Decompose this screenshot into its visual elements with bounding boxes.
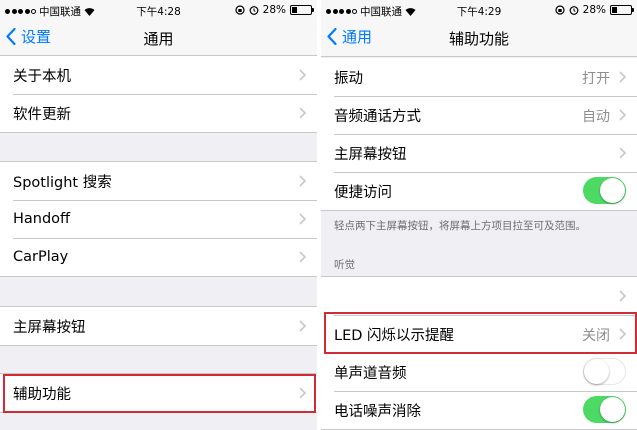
- noise-cancellation-toggle[interactable]: [583, 396, 626, 423]
- chevron-right-icon: [619, 290, 626, 302]
- status-bar: 中国联通 下午4:29 28%: [321, 0, 637, 20]
- settings-row-home-button[interactable]: 主屏幕按钮: [321, 134, 637, 172]
- settings-row-handoff[interactable]: Handoff: [0, 200, 317, 238]
- chevron-right-icon: [299, 251, 306, 263]
- row-value: 打开: [582, 71, 610, 87]
- row-label: 电话噪声消除: [334, 403, 421, 420]
- chevron-right-icon: [299, 175, 306, 187]
- settings-row-vibration[interactable]: 振动 打开: [321, 58, 637, 96]
- settings-group: Spotlight 搜索 Handoff CarPlay: [0, 161, 317, 277]
- page-title: 辅助功能: [448, 30, 509, 48]
- image-smudge: [321, 280, 361, 312]
- section-header-hearing: 听觉: [334, 259, 355, 271]
- orientation-lock-icon: [555, 5, 565, 15]
- battery-percent: 28%: [262, 4, 286, 16]
- battery-percent: 28%: [582, 4, 606, 16]
- row-label: 振动: [334, 70, 363, 87]
- chevron-right-icon: [619, 147, 626, 159]
- status-bar: 中国联通 下午4:28 28%: [0, 0, 317, 20]
- mono-audio-toggle[interactable]: [583, 358, 626, 385]
- page-title: 通用: [143, 30, 174, 48]
- battery-icon: [290, 5, 314, 15]
- row-label: 软件更新: [13, 106, 71, 123]
- settings-row-about[interactable]: 关于本机: [0, 56, 317, 94]
- toggle-knob: [584, 359, 609, 384]
- row-label: 主屏幕按钮: [334, 146, 407, 163]
- toggle-knob: [600, 397, 625, 422]
- settings-row-led-flash[interactable]: LED 闪烁以示提醒 关闭: [321, 315, 637, 353]
- settings-row-home-button[interactable]: 主屏幕按钮: [0, 307, 317, 345]
- chevron-right-icon: [299, 320, 306, 332]
- settings-group: 关于本机 软件更新: [0, 55, 317, 133]
- chevron-right-icon: [619, 71, 626, 83]
- alarm-icon: [569, 6, 579, 15]
- settings-row-hearing-devices[interactable]: [321, 277, 637, 315]
- row-value: 关闭: [582, 328, 610, 344]
- row-label: 便捷访问: [334, 184, 392, 201]
- settings-row-reachability: 便捷访问: [321, 172, 637, 210]
- navigation-bar: 通用 辅助功能: [321, 20, 637, 57]
- row-label: LED 闪烁以示提醒: [334, 327, 455, 344]
- settings-row-mono-audio: 单声道音频: [321, 353, 637, 391]
- reachability-footnote: 轻点两下主屏幕按钮，将屏幕上方项目拉至可及范围。: [334, 220, 586, 232]
- row-value: 自动: [582, 109, 610, 125]
- row-label: 音频通话方式: [334, 108, 421, 125]
- settings-row-spotlight[interactable]: Spotlight 搜索: [0, 162, 317, 200]
- navigation-bar: 设置 通用: [0, 20, 317, 57]
- chevron-right-icon: [299, 387, 306, 399]
- settings-row-software-update[interactable]: 软件更新: [0, 94, 317, 132]
- chevron-right-icon: [299, 69, 306, 81]
- settings-row-phone-noise-cancellation: 电话噪声消除: [321, 391, 637, 429]
- orientation-lock-icon: [235, 5, 245, 15]
- settings-row-accessibility[interactable]: 辅助功能: [0, 374, 317, 412]
- accessibility-screen: 中国联通 下午4:29 28% 通用 辅助功能 振动 打开 音频通话方式 自动: [321, 0, 637, 430]
- battery-icon: [610, 5, 634, 15]
- reachability-toggle[interactable]: [583, 177, 626, 204]
- settings-group: 辅助功能: [0, 373, 317, 413]
- settings-row-call-audio-routing[interactable]: 音频通话方式 自动: [321, 96, 637, 134]
- row-label: 辅助功能: [13, 386, 71, 403]
- row-label: Spotlight 搜索: [13, 174, 112, 191]
- settings-group: LED 闪烁以示提醒 关闭 单声道音频 电话噪声消除: [321, 276, 637, 430]
- row-label: 主屏幕按钮: [13, 319, 86, 336]
- toggle-knob: [600, 178, 625, 203]
- alarm-icon: [249, 6, 259, 15]
- row-label: CarPlay: [13, 249, 69, 265]
- settings-row-carplay[interactable]: CarPlay: [0, 238, 317, 276]
- chevron-right-icon: [619, 328, 626, 340]
- row-label: Handoff: [13, 211, 71, 227]
- settings-group: 主屏幕按钮: [0, 306, 317, 346]
- chevron-right-icon: [619, 109, 626, 121]
- row-label: 单声道音频: [334, 365, 407, 382]
- chevron-right-icon: [299, 213, 306, 225]
- general-settings-screen: 中国联通 下午4:28 28% 设置 通用 关于本机 软件更新 Spotligh…: [0, 0, 317, 430]
- chevron-right-icon: [299, 107, 306, 119]
- settings-group: 振动 打开 音频通话方式 自动 主屏幕按钮 便捷访问: [321, 58, 637, 211]
- row-label: 关于本机: [13, 68, 71, 85]
